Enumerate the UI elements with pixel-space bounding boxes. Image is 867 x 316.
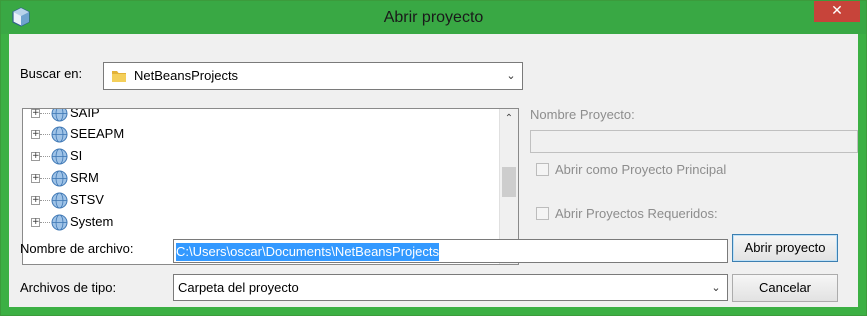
- tree-item[interactable]: + SAIP: [23, 108, 498, 123]
- globe-icon: [51, 126, 68, 143]
- project-name-field[interactable]: [530, 130, 858, 153]
- scroll-up-icon[interactable]: ⌃: [500, 109, 518, 127]
- filetype-combo[interactable]: Carpeta del proyecto ⌄: [173, 274, 728, 301]
- window-title: Abrir proyecto: [383, 9, 484, 26]
- tree-item-label: SI: [70, 148, 83, 163]
- close-button[interactable]: ✕: [814, 1, 860, 22]
- chevron-down-icon[interactable]: ⌄: [500, 63, 522, 89]
- tree-item[interactable]: + SRM: [23, 168, 498, 188]
- expand-icon[interactable]: +: [31, 196, 40, 205]
- cancel-button[interactable]: Cancelar: [732, 274, 838, 302]
- expand-icon[interactable]: +: [31, 174, 40, 183]
- tree-item-label: System: [70, 214, 114, 229]
- tree-item-label: SEEAPM: [70, 126, 125, 141]
- scrollbar-thumb[interactable]: [502, 167, 516, 197]
- lookin-label: Buscar en:: [20, 66, 83, 81]
- globe-icon: [51, 214, 68, 231]
- folder-icon: [112, 71, 126, 82]
- tree-item[interactable]: + SEEAPM: [23, 124, 498, 144]
- tree-connector: [40, 200, 50, 201]
- globe-icon: [51, 170, 68, 187]
- dialog-content: Buscar en: NetBeansProjects ⌄ + SAIP + S…: [9, 34, 858, 307]
- tree-connector: [40, 178, 50, 179]
- globe-icon: [51, 148, 68, 165]
- filetype-label: Archivos de tipo:: [20, 280, 117, 295]
- expand-icon[interactable]: +: [31, 130, 40, 139]
- chevron-down-icon[interactable]: ⌄: [705, 275, 727, 300]
- main-project-checkbox[interactable]: [536, 163, 549, 176]
- filename-input[interactable]: C:\Users\oscar\Documents\NetBeansProject…: [173, 239, 728, 263]
- filename-value: C:\Users\oscar\Documents\NetBeansProject…: [176, 243, 439, 261]
- lookin-value: NetBeansProjects: [134, 68, 239, 83]
- filetype-value: Carpeta del proyecto: [178, 280, 299, 295]
- required-projects-checkbox[interactable]: [536, 207, 549, 220]
- tree-item[interactable]: + System: [23, 212, 498, 232]
- globe-icon: [51, 109, 68, 122]
- open-project-button[interactable]: Abrir proyecto: [732, 234, 838, 262]
- tree-connector: [40, 113, 50, 114]
- title-bar[interactable]: Abrir proyecto ✕: [1, 1, 866, 34]
- expand-icon[interactable]: +: [31, 109, 40, 118]
- main-project-label: Abrir como Proyecto Principal: [555, 162, 727, 177]
- tree-connector: [40, 156, 50, 157]
- globe-icon: [51, 192, 68, 209]
- open-project-dialog: Abrir proyecto ✕ Buscar en: NetBeansProj…: [0, 0, 867, 316]
- project-name-label: Nombre Proyecto:: [530, 107, 635, 122]
- tree-connector: [40, 134, 50, 135]
- tree-item[interactable]: + STSV: [23, 190, 498, 210]
- tree-connector: [40, 222, 50, 223]
- tree-item[interactable]: + SI: [23, 146, 498, 166]
- expand-icon[interactable]: +: [31, 152, 40, 161]
- tree-item-label: SRM: [70, 170, 99, 185]
- tree-item-label: SAIP: [70, 108, 100, 120]
- lookin-combo[interactable]: NetBeansProjects ⌄: [103, 62, 523, 90]
- tree-item-label: STSV: [70, 192, 104, 207]
- required-projects-label: Abrir Proyectos Requeridos:: [555, 206, 718, 221]
- expand-icon[interactable]: +: [31, 218, 40, 227]
- filename-label: Nombre de archivo:: [20, 241, 134, 256]
